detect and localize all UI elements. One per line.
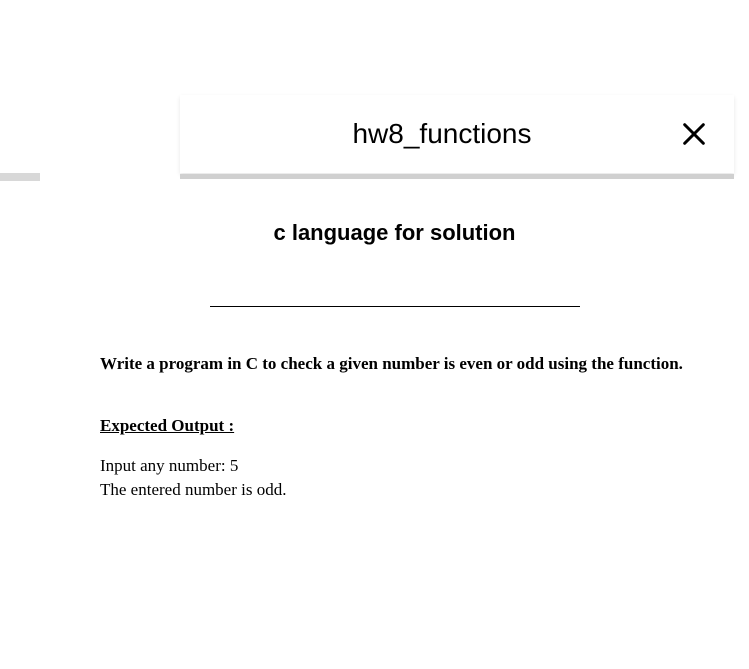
subtitle: c language for solution <box>100 220 689 246</box>
close-icon <box>680 120 708 148</box>
document-title: hw8_functions <box>180 118 664 150</box>
header-underline <box>180 174 734 179</box>
output-line-1: Input any number: 5 <box>100 454 689 478</box>
separator-line <box>210 306 580 307</box>
expected-output-label: Expected Output : <box>100 416 689 436</box>
close-button[interactable] <box>664 104 724 164</box>
expected-output-text: Input any number: 5 The entered number i… <box>100 454 689 502</box>
left-edge-stub <box>0 173 40 181</box>
output-line-2: The entered number is odd. <box>100 478 689 502</box>
problem-statement: Write a program in C to check a given nu… <box>100 352 689 376</box>
header-bar: hw8_functions <box>180 95 734 173</box>
document-content: c language for solution Write a program … <box>100 200 689 501</box>
